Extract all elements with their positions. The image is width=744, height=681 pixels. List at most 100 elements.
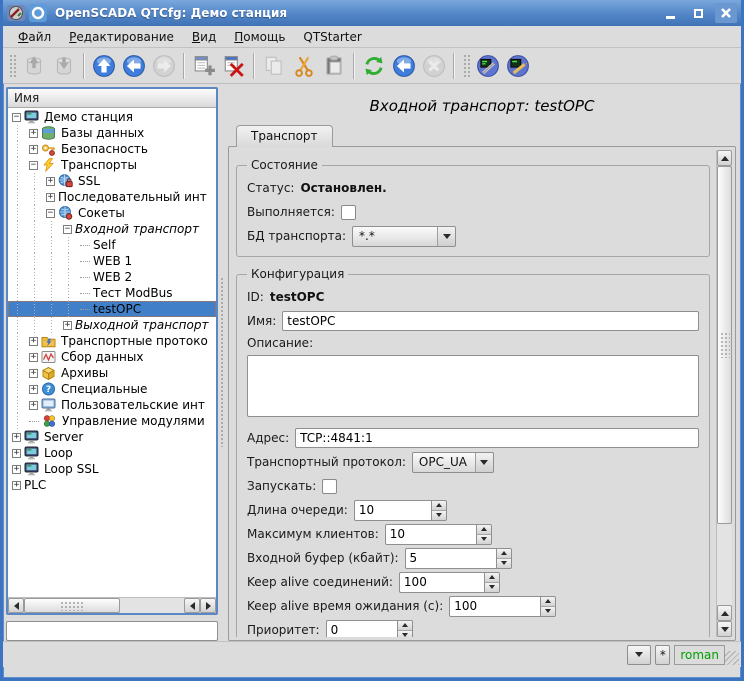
priority-input[interactable] (326, 620, 398, 638)
tree-item-testopc[interactable]: testOPC (8, 301, 216, 317)
spin-down-icon[interactable] (497, 558, 511, 568)
titlebar[interactable]: OpenSCADA QTCfg: Демо станция (3, 0, 741, 26)
qtcfg-tool-button[interactable] (473, 51, 503, 81)
collapse-icon[interactable]: − (63, 225, 72, 234)
input-buffer-input[interactable] (405, 548, 497, 569)
menu-file[interactable]: Файл (9, 28, 60, 46)
menu-help[interactable]: Помощь (225, 28, 294, 46)
tree-item-test-modbus[interactable]: Тест ModBus (8, 285, 216, 301)
spin-down-icon[interactable] (485, 582, 499, 592)
spin-buttons[interactable] (541, 596, 556, 617)
scrollbar-track[interactable] (120, 598, 184, 613)
spin-down-icon[interactable] (432, 510, 446, 520)
scroll-left-button-2[interactable] (184, 598, 200, 613)
spin-down-icon[interactable] (398, 630, 412, 638)
statusbar-dropdown-button[interactable] (627, 645, 651, 665)
vision-tool-button[interactable] (503, 51, 533, 81)
resize-grip[interactable] (725, 651, 739, 665)
menu-qtstarter[interactable]: QTStarter (294, 28, 370, 46)
delete-item-button[interactable] (219, 51, 249, 81)
refresh-button[interactable] (359, 51, 389, 81)
expand-icon[interactable]: + (29, 385, 38, 394)
name-input[interactable] (282, 311, 699, 331)
expand-icon[interactable]: + (29, 401, 38, 410)
statusbar-modified-button[interactable]: * (655, 645, 670, 665)
expand-icon[interactable]: + (29, 353, 38, 362)
spin-buttons[interactable] (398, 620, 413, 638)
expand-icon[interactable]: + (46, 193, 55, 202)
add-item-button[interactable] (189, 51, 219, 81)
tree-item-databases[interactable]: +Базы данных (8, 125, 216, 141)
description-textarea[interactable] (247, 355, 699, 417)
max-clients-spinbox[interactable] (385, 524, 492, 545)
keepalive-input[interactable] (399, 572, 485, 593)
tree-item-protocols[interactable]: +Транспортные протоко (8, 333, 216, 349)
tree-item-ui[interactable]: +Пользовательские инт (8, 397, 216, 413)
tree-item-special[interactable]: +?Специальные (8, 381, 216, 397)
collapse-icon[interactable]: − (12, 113, 21, 122)
tree-item-output-transport[interactable]: +Выходной транспорт (8, 317, 216, 333)
expand-icon[interactable]: + (12, 449, 21, 458)
address-input[interactable] (295, 428, 699, 448)
collapse-icon[interactable]: − (29, 161, 38, 170)
scrollbar-thumb[interactable] (24, 598, 120, 613)
cut-button[interactable] (289, 51, 319, 81)
keepalive-timeout-spinbox[interactable] (449, 596, 556, 617)
scroll-up-button-2[interactable] (717, 605, 732, 621)
running-checkbox[interactable] (341, 205, 356, 220)
spin-up-icon[interactable] (432, 501, 446, 510)
scroll-right-button[interactable] (200, 598, 216, 613)
input-buffer-spinbox[interactable] (405, 548, 512, 569)
spin-buttons[interactable] (497, 548, 512, 569)
spin-buttons[interactable] (477, 524, 492, 545)
keepalive-spinbox[interactable] (399, 572, 500, 593)
panel-vscrollbar[interactable] (716, 150, 732, 637)
tree-item-daq[interactable]: +Сбор данных (8, 349, 216, 365)
expand-icon[interactable]: + (29, 145, 38, 154)
priority-spinbox[interactable] (326, 620, 413, 638)
tree-item-security[interactable]: +Безопасность (8, 141, 216, 157)
queue-length-input[interactable] (354, 500, 432, 521)
expand-icon[interactable]: + (29, 369, 38, 378)
tree-item-web1[interactable]: WEB 1 (8, 253, 216, 269)
tree-item-ssl[interactable]: +SSL (8, 173, 216, 189)
keepalive-timeout-input[interactable] (449, 596, 541, 617)
spin-up-icon[interactable] (541, 597, 555, 606)
splitter-handle[interactable] (218, 87, 226, 641)
tree-item-web2[interactable]: WEB 2 (8, 269, 216, 285)
tree-hscrollbar[interactable] (8, 597, 216, 613)
tree-item-modules[interactable]: Управление модулями (8, 413, 216, 429)
tree-header-name[interactable]: Имя (8, 89, 216, 108)
scrollbar-thumb[interactable] (717, 166, 732, 524)
spin-down-icon[interactable] (541, 606, 555, 616)
spin-down-icon[interactable] (477, 534, 491, 544)
expand-icon[interactable]: + (29, 129, 38, 138)
menu-view[interactable]: Вид (183, 28, 225, 46)
maximize-button[interactable] (687, 3, 709, 23)
expand-icon[interactable]: + (29, 337, 38, 346)
toolbar-handle[interactable] (462, 53, 470, 79)
max-clients-input[interactable] (385, 524, 477, 545)
toolbar-handle[interactable] (8, 53, 16, 79)
tab-transport[interactable]: Транспорт (236, 125, 333, 147)
spin-buttons[interactable] (432, 500, 447, 521)
tree-item-plc[interactable]: +PLC (8, 477, 216, 493)
scroll-up-button[interactable] (717, 150, 732, 166)
tree-item-server[interactable]: +Server (8, 429, 216, 445)
spin-up-icon[interactable] (485, 573, 499, 582)
tree-item-sockets[interactable]: −Сокеты (8, 205, 216, 221)
spin-buttons[interactable] (485, 572, 500, 593)
spin-up-icon[interactable] (477, 525, 491, 534)
spin-up-icon[interactable] (497, 549, 511, 558)
back-button[interactable] (119, 51, 149, 81)
expand-icon[interactable]: + (12, 465, 21, 474)
close-button[interactable] (715, 3, 737, 23)
tree-item-input-transport[interactable]: −Входной транспорт (8, 221, 216, 237)
transport-db-combobox[interactable]: *.* (352, 226, 456, 247)
tree-item-serial[interactable]: +Последовательный инт (8, 189, 216, 205)
tree-item-self[interactable]: Self (8, 237, 216, 253)
spin-up-icon[interactable] (398, 621, 412, 630)
expand-icon[interactable]: + (12, 481, 21, 490)
start-update-button[interactable] (389, 51, 419, 81)
expand-icon[interactable]: + (12, 433, 21, 442)
